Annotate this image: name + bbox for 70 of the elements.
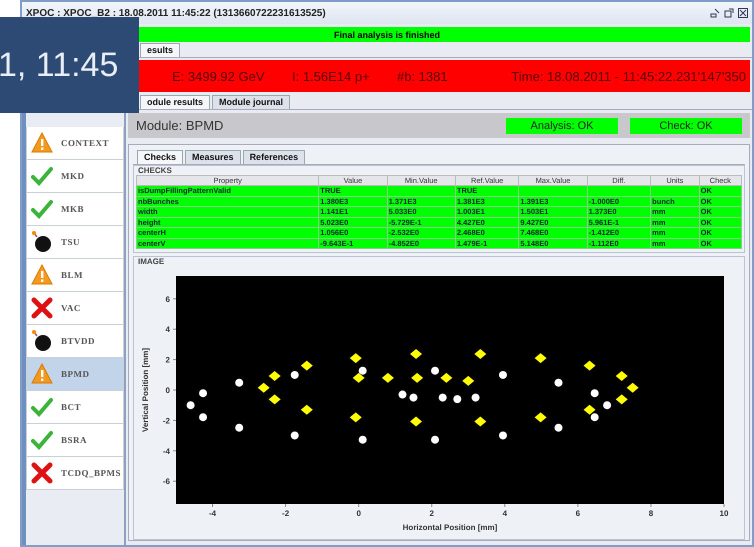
- module-item[interactable]: BCT: [26, 391, 124, 424]
- tick-label: 0: [166, 386, 170, 395]
- module-label: MKD: [61, 171, 84, 181]
- module-label: BPMD: [61, 369, 90, 379]
- status-badge: Check: OK: [630, 118, 742, 134]
- module-item[interactable]: VAC: [26, 292, 124, 325]
- tick-label: -6: [162, 477, 170, 486]
- module-item[interactable]: MKB: [26, 193, 124, 226]
- tab[interactable]: Checks: [137, 150, 184, 164]
- tick-label: 6: [576, 509, 580, 518]
- module-item[interactable]: MKD: [26, 160, 124, 193]
- module-label: CONTEXT: [61, 138, 110, 148]
- warning-icon: [31, 264, 53, 286]
- tick-label: 2: [430, 509, 434, 518]
- module-item[interactable]: BLM: [26, 259, 124, 292]
- module-item[interactable]: TCDQ_BPMS: [26, 457, 124, 490]
- module-title: Module: BPMD: [136, 118, 224, 133]
- intensity-text: I: 1.56E14 p+: [292, 68, 371, 84]
- tick-label: 10: [720, 509, 728, 518]
- tab[interactable]: Module journal: [212, 95, 290, 109]
- tick-label: 4: [166, 325, 170, 334]
- time-text: Time: 18.08.2011 - 11:45:22.231'147'350: [511, 68, 746, 84]
- module-label: TCDQ_BPMS: [61, 468, 122, 478]
- check-icon: [31, 165, 53, 187]
- module-label: TSU: [61, 237, 80, 247]
- warning-icon: [31, 363, 53, 385]
- tick-label: -2: [162, 416, 170, 426]
- check-icon: [31, 429, 53, 451]
- tick-label: 2: [166, 356, 170, 365]
- tick-label: 4: [502, 509, 508, 518]
- tick-label: 8: [648, 509, 654, 518]
- module-item[interactable]: TSU: [26, 226, 124, 259]
- tick-label: -2: [282, 509, 290, 518]
- module-label: MKB: [61, 204, 84, 214]
- group-title: CHECKS: [137, 166, 173, 175]
- module-label: BSRA: [61, 435, 88, 445]
- module-item[interactable]: BTVDD: [26, 325, 124, 358]
- axis-title: Vertical Position [mm]: [141, 348, 150, 432]
- bomb-icon: [31, 231, 53, 253]
- tab[interactable]: esults: [140, 43, 180, 57]
- status-badge: Analysis: OK: [506, 118, 618, 134]
- module-label: VAC: [61, 303, 81, 313]
- check-icon: [31, 198, 53, 220]
- module-label: BLM: [61, 270, 84, 280]
- bunches-text: #b: 1381: [397, 68, 449, 84]
- cross-icon: [31, 297, 53, 319]
- module-item[interactable]: CONTEXT: [26, 127, 124, 160]
- tick-label: -4: [162, 446, 170, 456]
- module-label: BCT: [61, 402, 82, 412]
- tick-label: 6: [166, 294, 170, 304]
- cross-icon: [31, 462, 53, 484]
- energy-text: E: 3499.92 GeV: [172, 68, 266, 84]
- bomb-icon: [31, 330, 53, 352]
- maximize-icon[interactable]: [724, 8, 734, 18]
- warning-icon: [31, 132, 53, 154]
- tab[interactable]: Measures: [185, 150, 241, 164]
- minimize-icon[interactable]: [710, 8, 720, 18]
- tick-label: 0: [356, 509, 361, 518]
- group-title: IMAGE: [137, 257, 166, 266]
- check-icon: [31, 396, 53, 418]
- module-item[interactable]: BPMD: [26, 358, 124, 391]
- clock-text: 1, 11:45: [0, 46, 118, 84]
- module-label: BTVDD: [61, 336, 96, 346]
- module-item[interactable]: BSRA: [26, 424, 124, 457]
- tab[interactable]: odule results: [140, 95, 210, 109]
- tab[interactable]: References: [242, 150, 306, 164]
- close-icon[interactable]: [738, 8, 748, 18]
- tick-label: -4: [208, 509, 216, 518]
- window-title: XPOC : XPOC_B2 : 18.08.2011 11:45:22 (1313660722231613525): [26, 8, 327, 18]
- axis-title: Horizontal Position [mm]: [402, 523, 498, 532]
